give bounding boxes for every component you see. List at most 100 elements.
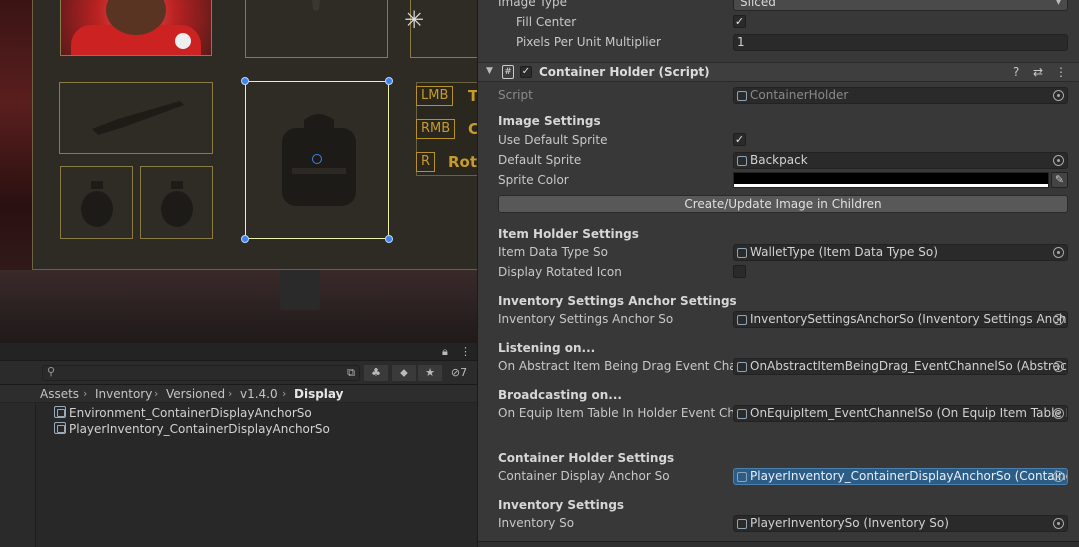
inventory-so-field[interactable]: PlayerInventorySo (Inventory So) [733, 515, 1068, 532]
sprite-icon [737, 156, 747, 166]
image-type-dropdown[interactable]: Sliced ▾ [733, 0, 1068, 11]
use-default-sprite-checkbox[interactable]: ✓ [733, 133, 746, 146]
container-display-anchor-field[interactable]: PlayerInventory_ContainerDisplayAnchorSo… [733, 468, 1068, 485]
object-picker-icon [1053, 90, 1064, 101]
scene-background-floor [0, 270, 477, 343]
object-picker-icon[interactable] [1053, 471, 1064, 482]
project-folder-tree: ▾ [0, 385, 36, 547]
weapon-slot[interactable] [59, 82, 213, 154]
help-icon[interactable]: ? [1013, 65, 1019, 79]
equip-item-event-value: OnEquipItem_EventChannelSo (On Equip Ite… [750, 406, 1068, 420]
broadcasting-on-header: Broadcasting on... [498, 388, 622, 402]
grenade-slot-2[interactable] [140, 166, 213, 239]
component-header[interactable]: ▼ # ✓ Container Holder (Script) ? ⇄ ⋮ [478, 62, 1079, 82]
scene-view[interactable]: LMB T RMB C R Rot ✳ [0, 0, 477, 343]
item-data-type-field[interactable]: WalletType (Item Data Type So) [733, 244, 1068, 261]
breadcrumb-versioned[interactable]: Versioned [166, 387, 225, 401]
breadcrumb-separator-icon: › [282, 387, 287, 400]
hidden-count: 7 [460, 366, 468, 379]
breadcrumb-assets[interactable]: Assets [40, 387, 79, 401]
component-enabled-checkbox[interactable]: ✓ [520, 66, 532, 78]
breadcrumb-inventory[interactable]: Inventory [95, 387, 152, 401]
breadcrumb-display[interactable]: Display [294, 387, 343, 401]
inventory-settings-header: Inventory Settings [498, 498, 625, 512]
object-picker-icon[interactable] [1053, 247, 1064, 258]
lock-icon[interactable]: 🔒︎ [442, 345, 448, 359]
presets-icon[interactable]: ⇄ [1033, 65, 1043, 79]
search-by-label-icon[interactable]: ⬥ [392, 365, 416, 381]
create-update-image-button[interactable]: Create/Update Image in Children [498, 195, 1068, 213]
inventory-settings-anchor-label: Inventory Settings Anchor So [498, 312, 674, 326]
listening-on-header: Listening on... [498, 341, 596, 355]
next-component-header[interactable] [478, 541, 1079, 547]
default-sprite-field[interactable]: Backpack [733, 152, 1068, 169]
grenade-slot-1[interactable] [60, 166, 133, 239]
eye-slash-icon: ⊘ [450, 366, 461, 379]
resize-handle-top-left[interactable] [241, 77, 249, 85]
item-drag-event-field[interactable]: OnAbstractItemBeingDrag_EventChannelSo (… [733, 358, 1068, 375]
create-filter-icon[interactable]: ♣ [364, 365, 388, 381]
foldout-arrow-icon[interactable]: ▼ [486, 66, 493, 76]
object-picker-icon[interactable] [1053, 518, 1064, 529]
breadcrumb-version[interactable]: v1.4.0 [240, 387, 278, 401]
search-by-type-icon[interactable]: ⧉ [344, 365, 358, 381]
favorites-icon[interactable]: ★ [418, 365, 442, 381]
hidden-packages-toggle[interactable]: ⊘7 [444, 365, 474, 381]
project-tab-bar: 🔒︎ ⋮ [0, 343, 477, 361]
key-r: R [416, 152, 436, 172]
key-rmb: RMB [416, 119, 456, 139]
fill-center-label: Fill Center [516, 15, 577, 29]
chevron-down-icon: ▾ [1055, 0, 1061, 8]
object-picker-icon[interactable] [1053, 314, 1064, 325]
panel-menu-icon[interactable]: ⋮ [460, 345, 471, 358]
search-icon: ⚲ [47, 365, 56, 378]
portrait-badge [175, 33, 191, 49]
display-rotated-checkbox[interactable] [733, 265, 746, 278]
pivot-handle[interactable] [312, 154, 322, 164]
move-cursor-icon: ✳ [404, 6, 425, 34]
project-panel: 🔒︎ ⋮ ⚲ ⧉ ♣ ⬥ ★ ⊘7 ▾ Assets › Inventory ›… [0, 343, 477, 547]
equip-item-event-field[interactable]: OnEquipItem_EventChannelSo (On Equip Ite… [733, 405, 1068, 422]
inventory-so-value: PlayerInventorySo (Inventory So) [750, 516, 949, 530]
ppu-input[interactable]: 1 [733, 34, 1068, 51]
item-drag-event-label: On Abstract Item Being Drag Event Chann [498, 359, 752, 373]
container-holder-settings-header: Container Holder Settings [498, 451, 675, 465]
scriptable-object-icon [737, 409, 747, 419]
image-settings-header: Image Settings [498, 114, 601, 128]
image-type-value: Sliced [740, 0, 776, 9]
eyedropper-icon[interactable]: ✎ [1051, 172, 1068, 188]
sprite-color-label: Sprite Color [498, 173, 569, 187]
use-default-sprite-label: Use Default Sprite [498, 133, 608, 147]
object-picker-icon[interactable] [1053, 361, 1064, 372]
component-title: Container Holder (Script) [539, 65, 710, 79]
inventory-settings-anchor-field[interactable]: InventorySettingsAnchorSo (Inventory Set… [733, 311, 1068, 328]
key-lmb: LMB [416, 86, 454, 106]
sprite-color-field[interactable] [733, 172, 1049, 188]
object-picker-icon[interactable] [1053, 408, 1064, 419]
equipment-slot-top[interactable] [245, 0, 388, 58]
inspector-panel: Image Type Sliced ▾ Fill Center ✓ Pixels… [477, 0, 1079, 547]
container-display-anchor-label: Container Display Anchor So [498, 469, 670, 483]
asset-item-label: Environment_ContainerDisplayAnchorSo [69, 406, 312, 420]
resize-handle-bottom-right[interactable] [385, 235, 393, 243]
key-lmb-desc: T [468, 87, 477, 105]
asset-item-label: PlayerInventory_ContainerDisplayAnchorSo [69, 422, 330, 436]
resize-handle-bottom-left[interactable] [241, 235, 249, 243]
key-r-desc: Rot [448, 153, 477, 171]
component-menu-icon[interactable]: ⋮ [1055, 65, 1067, 79]
resize-handle-top-right[interactable] [385, 77, 393, 85]
ppu-label: Pixels Per Unit Multiplier [516, 35, 661, 49]
project-search-field[interactable]: ⚲ [42, 365, 360, 381]
fill-center-checkbox[interactable]: ✓ [733, 15, 746, 28]
breadcrumb-separator-icon: › [154, 387, 159, 400]
grenade-icon [81, 181, 113, 227]
inventory-so-label: Inventory So [498, 516, 575, 530]
script-label: Script [498, 88, 533, 102]
anchor-settings-header: Inventory Settings Anchor Settings [498, 294, 737, 308]
asset-item[interactable]: Environment_ContainerDisplayAnchorSo [54, 406, 312, 422]
asset-item[interactable]: PlayerInventory_ContainerDisplayAnchorSo [54, 422, 330, 438]
object-picker-icon[interactable] [1053, 155, 1064, 166]
scriptable-object-icon [737, 315, 747, 325]
scriptable-object-icon [737, 362, 747, 372]
item-data-type-value: WalletType (Item Data Type So) [750, 245, 938, 259]
